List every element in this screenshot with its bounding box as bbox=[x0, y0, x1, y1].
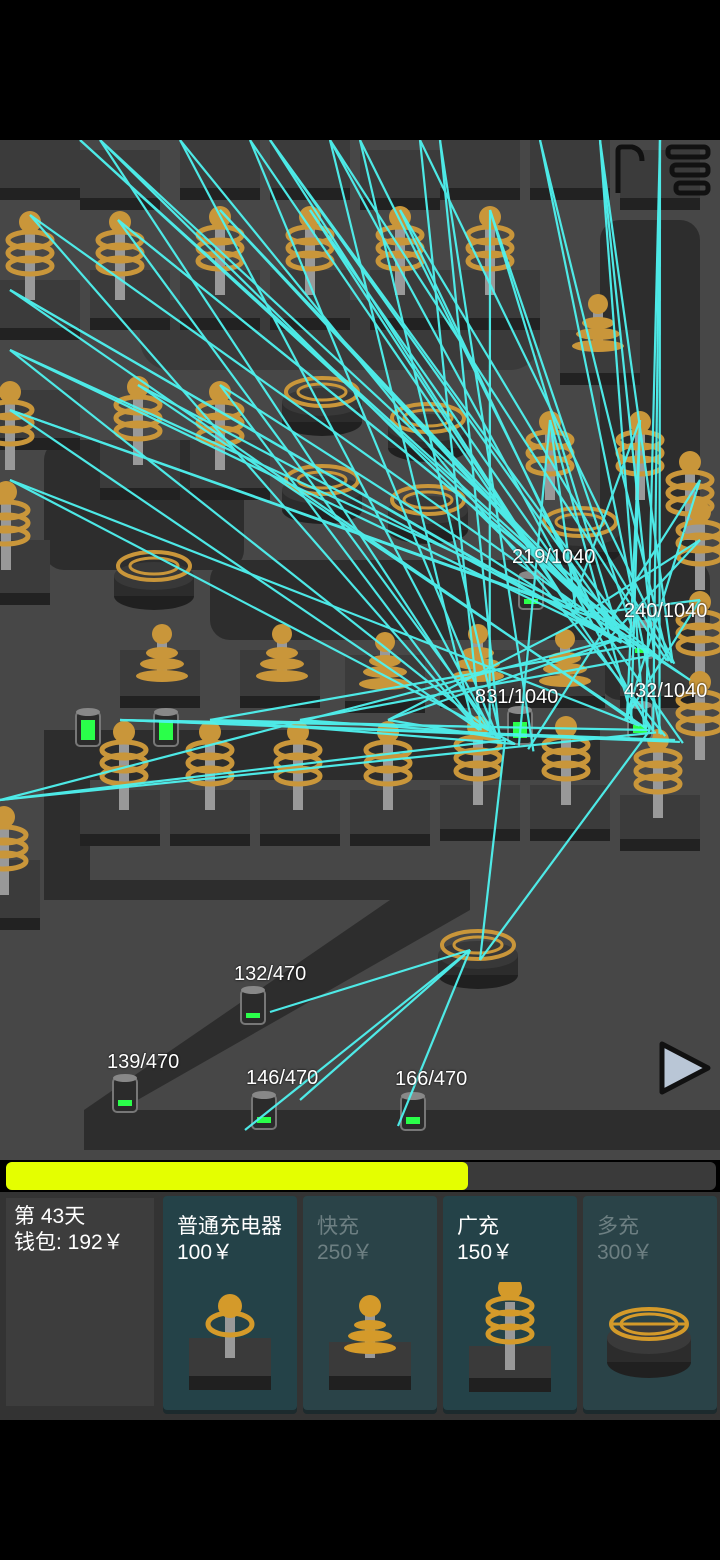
battery-capacity-label: 132/470 bbox=[234, 963, 307, 985]
battery-top bbox=[401, 1092, 425, 1100]
day-progress-fill bbox=[6, 1162, 468, 1190]
menu-icon[interactable] bbox=[612, 143, 712, 203]
battery-top bbox=[154, 708, 178, 716]
battery-top bbox=[113, 1074, 137, 1082]
charger-stack bbox=[136, 670, 188, 682]
play-button[interactable] bbox=[656, 1040, 712, 1096]
charger-pole bbox=[473, 735, 483, 805]
charger-base-shadow bbox=[440, 829, 520, 841]
charger-cap bbox=[0, 381, 21, 403]
charger-pole bbox=[695, 520, 705, 590]
charger-base-shadow bbox=[80, 198, 160, 210]
charger-cap bbox=[0, 806, 15, 828]
shop-item-price: 250￥ bbox=[317, 1241, 374, 1264]
charger-cap bbox=[555, 716, 577, 738]
battery-capacity-label: 219/1040 bbox=[512, 546, 596, 568]
charger-base-shadow bbox=[260, 834, 340, 846]
battery bbox=[251, 1094, 277, 1130]
battery-capacity-label: 831/1040 bbox=[475, 686, 559, 708]
battery bbox=[112, 1077, 138, 1113]
charger-base-shadow bbox=[170, 834, 250, 846]
charger-cap bbox=[19, 211, 41, 233]
charging-beam bbox=[658, 140, 662, 734]
charger-cap bbox=[113, 721, 135, 743]
charger-pole bbox=[25, 230, 35, 300]
shop-item-price: 100￥ bbox=[177, 1241, 234, 1264]
charging-beam bbox=[396, 949, 472, 1127]
battery-capacity-label: 166/470 bbox=[395, 1068, 468, 1090]
battery bbox=[240, 989, 266, 1025]
battery-capacity-label: 146/470 bbox=[246, 1067, 319, 1089]
charger-base-shadow bbox=[80, 834, 160, 846]
battery-top bbox=[241, 986, 265, 994]
charger-pole bbox=[119, 740, 129, 810]
battery-capacity-label: 432/1040 bbox=[624, 680, 708, 702]
charger-base-shadow bbox=[530, 188, 610, 200]
shop-panel: 第 43天 钱包: 192￥ 普通充电器 100￥ 快充 250￥ 广充 150… bbox=[0, 1192, 720, 1420]
game-viewport[interactable] bbox=[0, 140, 720, 1160]
charger-pole bbox=[383, 740, 393, 810]
battery-charge bbox=[118, 1100, 132, 1106]
wide-charger-icon bbox=[469, 1282, 551, 1392]
charger-cap bbox=[0, 481, 17, 503]
battery-charge bbox=[81, 720, 95, 740]
shop-card-wide-charger[interactable]: 广充 150￥ bbox=[443, 1196, 577, 1410]
charger-pole bbox=[115, 230, 125, 300]
shop-card-basic-charger[interactable]: 普通充电器 100￥ bbox=[163, 1196, 297, 1410]
charger-stack bbox=[266, 647, 298, 659]
game-scene[interactable] bbox=[0, 140, 720, 1160]
charger-pole bbox=[1, 500, 11, 570]
charger-pole bbox=[395, 225, 405, 295]
charger-stack bbox=[146, 647, 178, 659]
charger-pole bbox=[215, 225, 225, 295]
fast-charger-icon bbox=[329, 1295, 411, 1390]
charger-stack bbox=[260, 658, 304, 670]
charger-cap bbox=[209, 381, 231, 403]
charger-base-shadow bbox=[440, 188, 520, 200]
charger-base-shadow bbox=[0, 593, 50, 605]
battery-capacity-label: 139/470 bbox=[107, 1051, 180, 1073]
charger-base-shadow bbox=[0, 918, 40, 930]
charger-cap bbox=[588, 294, 608, 314]
charger-pole bbox=[293, 740, 303, 810]
battery bbox=[400, 1095, 426, 1131]
battery-top bbox=[76, 708, 100, 716]
charger-stack bbox=[140, 658, 184, 670]
charger-stack bbox=[256, 670, 308, 682]
charger-cap bbox=[679, 451, 701, 473]
charger-base-shadow bbox=[620, 839, 700, 851]
shop-card-multi-charger[interactable]: 多充 300￥ bbox=[583, 1196, 717, 1410]
shop-item-price: 150￥ bbox=[457, 1241, 514, 1264]
stats-box: 第 43天 钱包: 192￥ bbox=[6, 1198, 154, 1406]
charger-cap bbox=[152, 624, 172, 644]
battery-charge bbox=[406, 1117, 420, 1124]
battery-charge bbox=[246, 1013, 260, 1018]
shop-card-fast-charger[interactable]: 快充 250￥ bbox=[303, 1196, 437, 1410]
multi-charger-icon bbox=[607, 1307, 691, 1378]
charger-pole bbox=[0, 825, 9, 895]
battery-top bbox=[252, 1091, 276, 1099]
charger-base-shadow bbox=[0, 188, 80, 200]
wallet-balance: 钱包: 192￥ bbox=[14, 1231, 124, 1254]
charger-base-shadow bbox=[350, 834, 430, 846]
battery-capacity-label: 240/1040 bbox=[624, 600, 708, 622]
charger-pole bbox=[561, 735, 571, 805]
day-counter: 第 43天 bbox=[14, 1205, 86, 1228]
basic-charger-icon bbox=[189, 1294, 271, 1390]
shop-item-price: 300￥ bbox=[597, 1241, 654, 1264]
charger-pole bbox=[653, 748, 663, 818]
charger-base-shadow bbox=[120, 696, 200, 708]
day-progress-bar bbox=[6, 1162, 716, 1190]
